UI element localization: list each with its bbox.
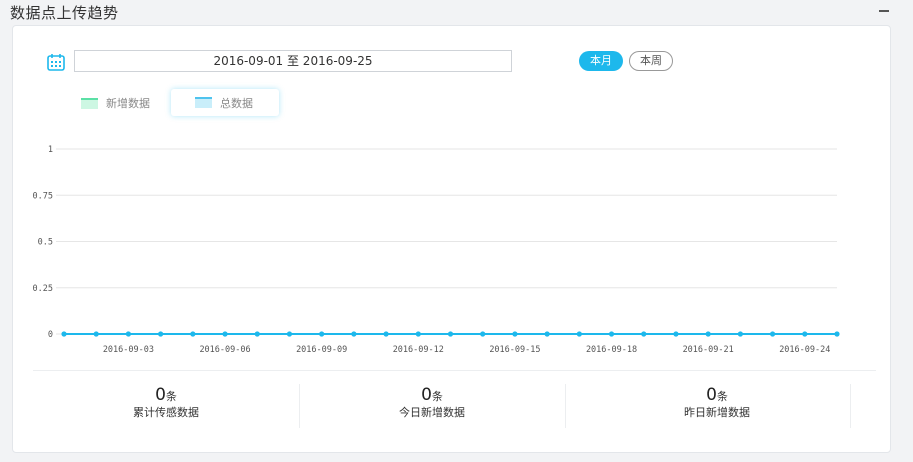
data-point (351, 331, 357, 337)
x-tick-label: 2016-09-09 (296, 345, 347, 355)
data-point (286, 331, 293, 337)
data-point (415, 331, 421, 337)
x-tick-label: 2016-09-18 (586, 345, 637, 355)
stat-today-new-data: 0条 今日新增数据 (299, 384, 566, 428)
x-tick-label: 2016-09-03 (103, 345, 154, 355)
data-point (705, 331, 711, 337)
data-point (608, 331, 615, 337)
x-tick-label: 2016-09-12 (393, 345, 444, 355)
data-point (319, 331, 325, 337)
data-point (61, 331, 67, 337)
data-point (222, 331, 228, 337)
x-tick-label: 2016-09-15 (489, 345, 540, 355)
data-point (480, 331, 486, 337)
data-point (834, 331, 840, 337)
data-point (190, 331, 196, 337)
stat-yesterday-label: 昨日新增数据 (684, 406, 750, 419)
data-point (158, 331, 164, 337)
y-tick-label: 0.25 (33, 284, 53, 294)
stat-today-unit: 条 (431, 390, 443, 403)
page: 数据点上传趋势 2016-09-01 至 2016-09-25 本月 本周 新增… (0, 0, 913, 462)
stat-yesterday-new-data: 0条 昨日新增数据 (584, 384, 851, 428)
page-title: 数据点上传趋势 (10, 4, 119, 22)
stat-yesterday-value-row: 0条 (584, 384, 850, 406)
x-tick-label: 2016-09-24 (779, 345, 830, 355)
trend-card: 2016-09-01 至 2016-09-25 本月 本周 新增数据 总数据 0… (12, 25, 891, 453)
stat-today-value: 0 (421, 385, 432, 405)
data-point (254, 331, 260, 337)
x-tick-label: 2016-09-21 (683, 345, 734, 355)
data-point (576, 331, 582, 337)
stats-divider (33, 370, 876, 371)
data-point (447, 331, 454, 337)
stat-today-value-row: 0条 (299, 384, 565, 406)
data-point (673, 331, 679, 337)
x-tick-label: 2016-09-06 (199, 345, 250, 355)
data-point (641, 331, 647, 337)
data-point (802, 331, 808, 337)
data-point (737, 331, 743, 337)
trend-chart: 0 0.25 0.5 0.75 1 2016-09-03 2016-09-06 2016-09… (33, 145, 840, 355)
data-point (93, 331, 99, 337)
stat-total-value: 0 (155, 385, 166, 405)
y-tick-label: 1 (48, 145, 53, 155)
stat-today-label: 今日新增数据 (399, 406, 465, 419)
y-tick-label: 0.5 (38, 238, 53, 248)
data-point (383, 331, 389, 337)
data-point (544, 331, 550, 337)
stat-yesterday-value: 0 (706, 385, 717, 405)
data-point (512, 331, 518, 337)
y-tick-label: 0.75 (33, 191, 53, 201)
stat-total-value-row: 0条 (33, 384, 299, 406)
stat-total-label: 累计传感数据 (133, 406, 199, 419)
stat-yesterday-unit: 条 (716, 390, 728, 403)
data-point (769, 331, 776, 337)
y-tick-label: 0 (48, 330, 53, 340)
stat-total-unit: 条 (165, 390, 177, 403)
collapse-icon[interactable] (879, 10, 889, 12)
stat-total-sensor-data: 0条 累计传感数据 (33, 384, 300, 428)
data-point (125, 331, 132, 337)
